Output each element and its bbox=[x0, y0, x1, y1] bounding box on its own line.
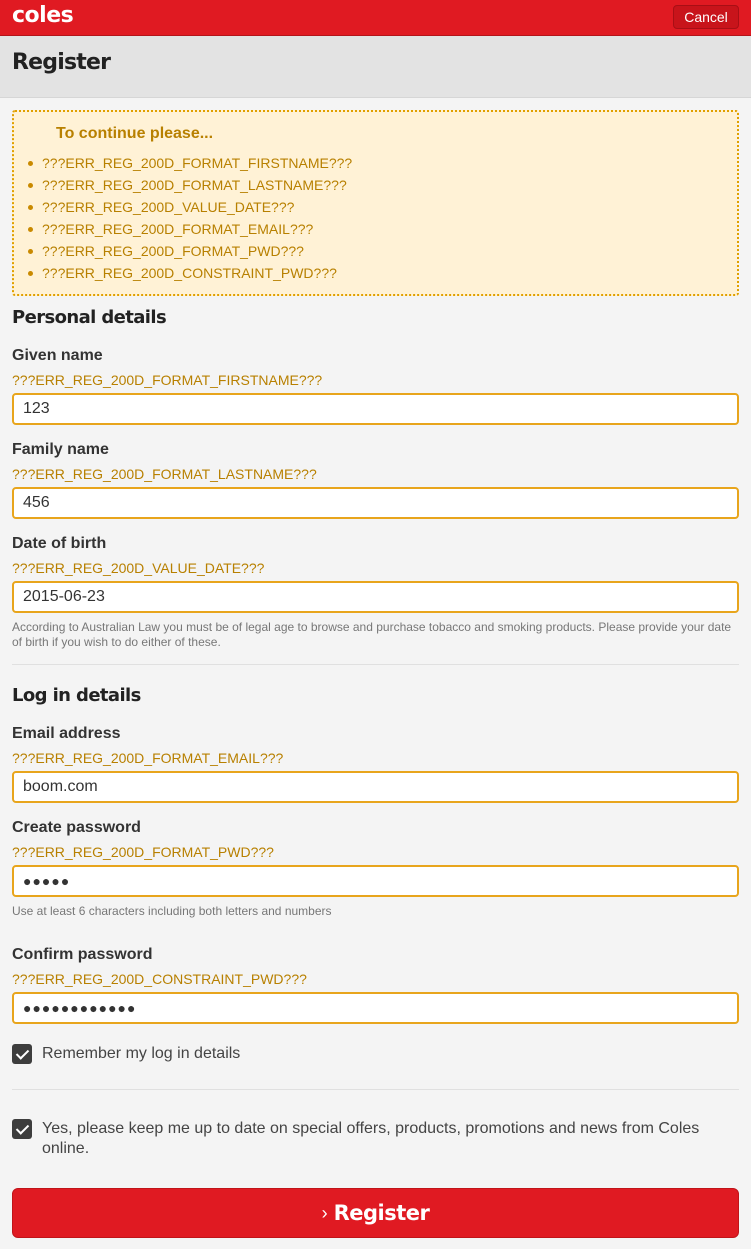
error-item: ???ERR_REG_200D_FORMAT_PWD??? bbox=[28, 240, 352, 262]
family-name-label: Family name bbox=[12, 441, 109, 458]
email-input[interactable]: boom.com bbox=[12, 771, 739, 803]
confirm-password-label: Confirm password bbox=[12, 946, 153, 963]
error-item: ???ERR_REG_200D_CONSTRAINT_PWD??? bbox=[28, 262, 352, 284]
coles-logo[interactable]: coles bbox=[12, 3, 74, 29]
family-name-error: ???ERR_REG_200D_FORMAT_LASTNAME??? bbox=[12, 466, 317, 482]
marketing-label[interactable]: Yes, please keep me up to date on specia… bbox=[42, 1119, 722, 1159]
register-button-label: Register bbox=[333, 1201, 430, 1225]
login-details-heading: Log in details bbox=[12, 685, 141, 706]
dob-input[interactable]: 2015-06-23 bbox=[12, 581, 739, 613]
dob-help-text: According to Australian Law you must be … bbox=[12, 620, 732, 649]
dob-error: ???ERR_REG_200D_VALUE_DATE??? bbox=[12, 560, 265, 576]
top-bar: coles Cancel bbox=[0, 0, 751, 36]
family-name-input[interactable]: 456 bbox=[12, 487, 739, 519]
email-error: ???ERR_REG_200D_FORMAT_EMAIL??? bbox=[12, 750, 284, 766]
chevron-right-icon: › bbox=[321, 1203, 328, 1223]
bullet-icon bbox=[28, 249, 33, 254]
error-item: ???ERR_REG_200D_VALUE_DATE??? bbox=[28, 196, 352, 218]
given-name-input[interactable]: 123 bbox=[12, 393, 739, 425]
marketing-checkbox[interactable] bbox=[12, 1119, 32, 1139]
error-item: ???ERR_REG_200D_FORMAT_FIRSTNAME??? bbox=[28, 152, 352, 174]
given-name-label: Given name bbox=[12, 347, 103, 364]
bullet-icon bbox=[28, 271, 33, 276]
bullet-icon bbox=[28, 183, 33, 188]
password-input[interactable]: ●●●●● bbox=[12, 865, 739, 897]
confirm-password-error: ???ERR_REG_200D_CONSTRAINT_PWD??? bbox=[12, 971, 307, 987]
cancel-button[interactable]: Cancel bbox=[673, 5, 739, 29]
given-name-error: ???ERR_REG_200D_FORMAT_FIRSTNAME??? bbox=[12, 372, 323, 388]
error-summary-title: To continue please... bbox=[56, 125, 214, 142]
confirm-password-input[interactable]: ●●●●●●●●●●●● bbox=[12, 992, 739, 1024]
remember-checkbox[interactable] bbox=[12, 1044, 32, 1064]
password-label: Create password bbox=[12, 819, 141, 836]
page-title: Register bbox=[12, 50, 111, 75]
personal-details-heading: Personal details bbox=[12, 307, 167, 328]
page-header: Register bbox=[0, 36, 751, 98]
error-item: ???ERR_REG_200D_FORMAT_EMAIL??? bbox=[28, 218, 352, 240]
email-label: Email address bbox=[12, 725, 121, 742]
dob-label: Date of birth bbox=[12, 535, 107, 552]
error-list: ???ERR_REG_200D_FORMAT_FIRSTNAME??? ???E… bbox=[28, 152, 352, 284]
bullet-icon bbox=[28, 205, 33, 210]
bullet-icon bbox=[28, 161, 33, 166]
register-button[interactable]: › Register bbox=[12, 1188, 739, 1238]
remember-label[interactable]: Remember my log in details bbox=[42, 1044, 240, 1064]
password-error: ???ERR_REG_200D_FORMAT_PWD??? bbox=[12, 844, 274, 860]
divider bbox=[12, 1089, 739, 1090]
bullet-icon bbox=[28, 227, 33, 232]
error-item: ???ERR_REG_200D_FORMAT_LASTNAME??? bbox=[28, 174, 352, 196]
password-help-text: Use at least 6 characters including both… bbox=[12, 904, 332, 918]
divider bbox=[12, 664, 739, 665]
error-summary: To continue please... ???ERR_REG_200D_FO… bbox=[12, 110, 739, 296]
